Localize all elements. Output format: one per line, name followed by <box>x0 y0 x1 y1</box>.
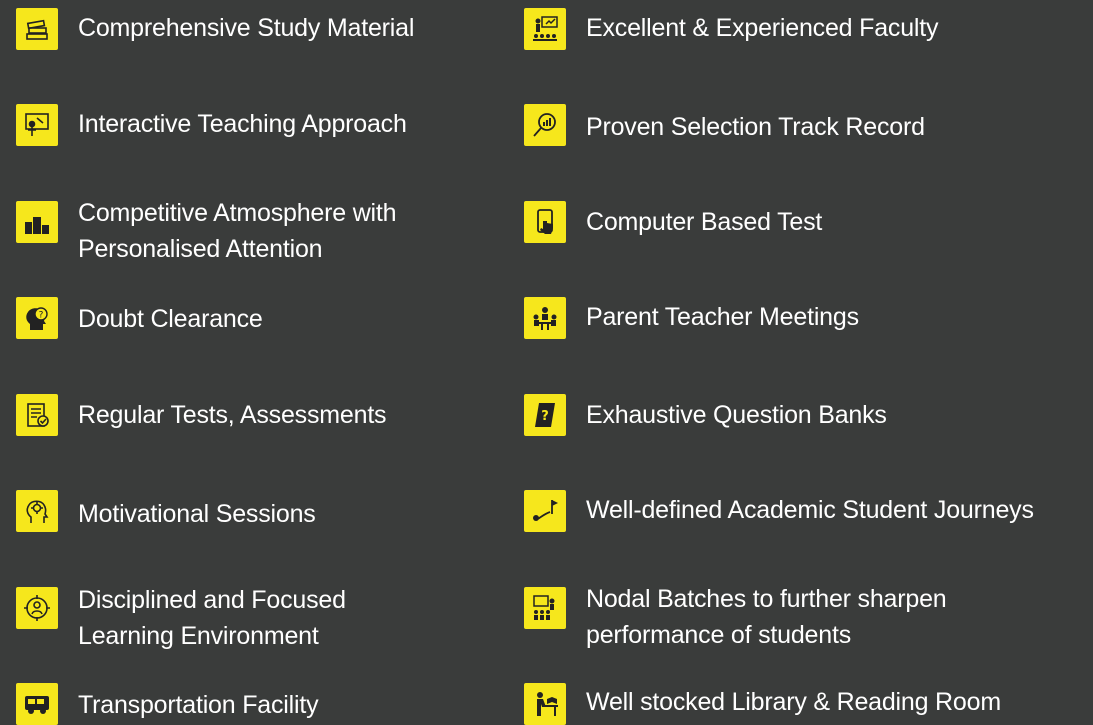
teacher-board-icon <box>16 104 58 146</box>
podium-icon <box>16 201 58 243</box>
meeting-icon <box>524 297 566 339</box>
feature-label: Motivational Sessions <box>78 500 316 528</box>
journey-flag-icon <box>524 490 566 532</box>
feature-label: Competitive Atmosphere with <box>78 199 397 227</box>
focus-target-icon <box>16 587 58 629</box>
faculty-icon <box>524 8 566 50</box>
feature-label: Parent Teacher Meetings <box>586 303 859 331</box>
feature-label: Exhaustive Question Banks <box>586 401 887 429</box>
feature-label-line-2: performance of students <box>586 621 851 649</box>
feature-label: Computer Based Test <box>586 208 823 236</box>
feature-label-line-2: Learning Environment <box>78 622 319 650</box>
classroom-icon <box>524 587 566 629</box>
feature-label: Interactive Teaching Approach <box>78 110 407 138</box>
feature-label: Excellent & Experienced Faculty <box>586 14 939 42</box>
feature-label: Disciplined and Focused <box>78 586 346 614</box>
feature-label: Nodal Batches to further sharpen <box>586 585 947 613</box>
feature-label: Regular Tests, Assessments <box>78 401 387 429</box>
head-gear-icon <box>16 490 58 532</box>
svg-text:?: ? <box>541 409 549 424</box>
feature-label: Well-defined Academic Student Journeys <box>586 496 1034 524</box>
feature-label: Well stocked Library & Reading Room <box>586 688 1001 716</box>
books-icon <box>16 8 58 50</box>
feature-label: Proven Selection Track Record <box>586 113 925 141</box>
question-book-icon: ? <box>524 394 566 436</box>
feature-label: Comprehensive Study Material <box>78 14 415 42</box>
svg-text:?: ? <box>39 311 44 321</box>
feature-label: Transportation Facility <box>78 691 319 719</box>
checklist-icon <box>16 394 58 436</box>
feature-label: Doubt Clearance <box>78 305 263 333</box>
magnifier-chart-icon <box>524 104 566 146</box>
tablet-touch-icon <box>524 201 566 243</box>
head-question-icon: ? <box>16 297 58 339</box>
feature-label-line-2: Personalised Attention <box>78 235 323 263</box>
